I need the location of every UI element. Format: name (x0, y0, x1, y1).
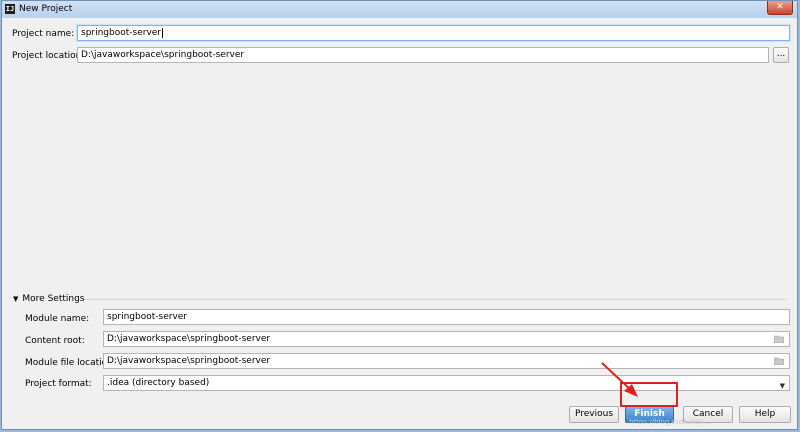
watermark-text: https://blog.csdn.net/... (629, 418, 711, 426)
annotation-arrow-icon (601, 362, 638, 397)
new-project-dialog: IJ New Project ✕ Project name: springboo… (1, 0, 798, 430)
